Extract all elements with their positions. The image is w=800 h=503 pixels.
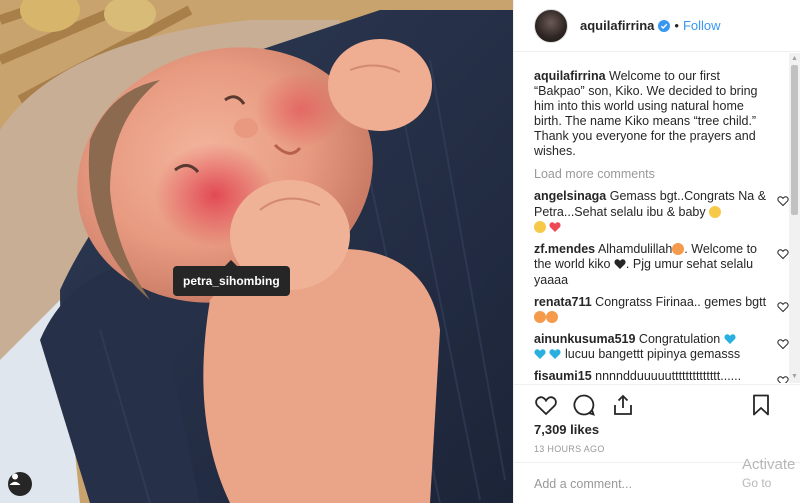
watermark-line-2: Go to: [742, 476, 772, 490]
comment-text: Alhamdulillah: [597, 241, 673, 256]
comment-username[interactable]: renata711: [534, 295, 592, 309]
user-tag-icon: [9, 473, 21, 485]
black-heart-emoji-icon: [614, 259, 626, 270]
load-more-comments-button[interactable]: Load more comments: [534, 167, 790, 181]
post-side-panel: aquilafirrina • Follow aquilafirrina Wel…: [513, 0, 800, 503]
follow-button[interactable]: Follow: [683, 18, 721, 33]
likes-count[interactable]: 7,309 likes: [534, 422, 599, 437]
comment-like-heart-icon[interactable]: [777, 338, 789, 350]
blue-heart-emoji-icon: [534, 349, 546, 360]
comment-text: Congratulation: [638, 331, 721, 346]
comment-username[interactable]: ainunkusuma519: [534, 332, 635, 346]
red-heart-emoji-icon: [549, 222, 562, 233]
header-username[interactable]: aquilafirrina: [580, 18, 654, 33]
avatar[interactable]: [534, 8, 568, 43]
post-timestamp: 13 HOURS AGO: [534, 444, 605, 454]
separator-dot: •: [674, 18, 679, 33]
comment-item: ainunkusuma519 Congratulation lucuu bang…: [534, 331, 789, 363]
post-caption: aquilafirrina Welcome to our first “Bakp…: [534, 69, 774, 159]
scroll-down-arrow-icon[interactable]: ▼: [791, 373, 798, 381]
comment-icon[interactable]: [572, 393, 596, 417]
photo-user-tag[interactable]: petra_sihombing: [173, 260, 290, 296]
caption-username[interactable]: aquilafirrina: [534, 69, 606, 83]
comments-scrollbar[interactable]: ▲ ▼: [789, 53, 800, 383]
baby-photo-image: [0, 0, 513, 503]
heart-eyes-emoji-icon: [672, 242, 685, 255]
comment-username[interactable]: angelsinaga: [534, 189, 606, 203]
comment-text-part: lucuu bangettt pipinya gemasss: [564, 347, 741, 362]
post-header: aquilafirrina • Follow: [514, 0, 800, 52]
share-icon[interactable]: [611, 393, 635, 417]
comment-like-heart-icon[interactable]: [777, 375, 789, 383]
scroll-up-arrow-icon[interactable]: ▲: [791, 55, 798, 63]
comment-like-heart-icon[interactable]: [777, 195, 789, 207]
comment-username[interactable]: fisaumi15: [534, 369, 592, 383]
post-photo[interactable]: petra_sihombing: [0, 0, 513, 503]
comment-like-heart-icon[interactable]: [777, 248, 789, 260]
bookmark-icon[interactable]: [749, 393, 773, 417]
heart-eyes-emoji-icon: [546, 311, 558, 324]
verified-badge-icon: [658, 19, 671, 32]
comment-username[interactable]: zf.mendes: [534, 242, 595, 256]
scrollbar-thumb[interactable]: [791, 65, 798, 215]
comments-list: aquilafirrina Welcome to our first “Bakp…: [514, 53, 790, 383]
activate-windows-watermark: Activate Go to: [742, 456, 795, 492]
user-tag-toggle-button[interactable]: [8, 472, 32, 496]
heart-icon[interactable]: [534, 393, 558, 417]
smile-emoji-icon: [534, 221, 546, 234]
comment-text: Congratss Firinaa.. gemes bgtt: [595, 294, 767, 309]
post-actions-bar: [514, 384, 800, 424]
heart-eyes-emoji-icon: [534, 311, 546, 324]
comment-item: renata711 Congratss Firinaa.. gemes bgtt: [534, 294, 789, 326]
comment-item: zf.mendes Alhamdulillah. Welcome to the …: [534, 241, 789, 289]
watermark-line-1: Activate: [742, 456, 796, 473]
comment-item: angelsinaga Gemass bgt..Congrats Na & Pe…: [534, 189, 789, 236]
comment-item: fisaumi15 nnnndduuuuutttttttttttttt.....…: [534, 369, 789, 383]
blue-heart-emoji-icon: [724, 333, 736, 344]
blue-heart-emoji-icon: [549, 349, 562, 360]
comment-like-heart-icon[interactable]: [777, 301, 789, 313]
smile-emoji-icon: [709, 205, 722, 218]
